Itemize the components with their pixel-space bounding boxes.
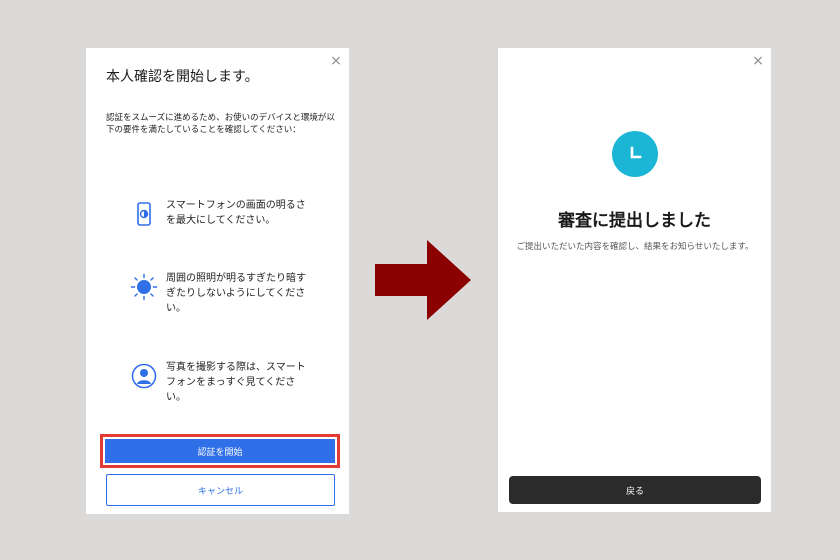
requirement-item: 写真を撮影する際は、スマートフォンをまっすぐ見てください。 <box>130 360 320 405</box>
phone-brightness-icon <box>137 202 151 226</box>
submission-title: 審査に提出しました <box>558 211 711 231</box>
submission-complete-modal: × 審査に提出しました ご提出いただいた内容を確認し、結果をお知らせいたします。… <box>498 48 771 512</box>
start-button-highlight: 認証を開始 <box>100 434 340 468</box>
requirement-text: 周囲の照明が明るすぎたり暗すぎたりしないようにしてください。 <box>166 273 306 314</box>
back-button[interactable]: 戻る <box>509 476 761 504</box>
user-portrait-icon <box>131 363 157 389</box>
requirement-text: 写真を撮影する際は、スマートフォンをまっすぐ見てください。 <box>166 362 306 403</box>
intro-text: 認証をスムーズに進めるため、お使いのデバイスと環境が以下の要件を満たしていること… <box>106 113 335 135</box>
close-icon[interactable]: × <box>329 54 343 68</box>
start-verification-button[interactable]: 認証を開始 <box>105 439 335 463</box>
sun-icon <box>130 273 158 301</box>
close-icon[interactable]: × <box>751 54 765 68</box>
status-indicator <box>612 131 658 177</box>
clock-icon <box>630 146 642 159</box>
requirement-item: 周囲の照明が明るすぎたり暗すぎたりしないようにしてください。 <box>130 271 320 316</box>
requirement-item: スマートフォンの画面の明るさを最大にしてください。 <box>130 198 320 228</box>
modal-title: 本人確認を開始します。 <box>106 69 259 85</box>
requirement-text: スマートフォンの画面の明るさを最大にしてください。 <box>166 200 306 226</box>
right-arrow-icon <box>375 240 471 320</box>
cancel-button[interactable]: キャンセル <box>106 474 335 506</box>
submission-message: ご提出いただいた内容を確認し、結果をお知らせいたします。 <box>516 242 754 252</box>
verification-start-modal: × 本人確認を開始します。 認証をスムーズに進めるため、お使いのデバイスと環境が… <box>86 48 349 514</box>
